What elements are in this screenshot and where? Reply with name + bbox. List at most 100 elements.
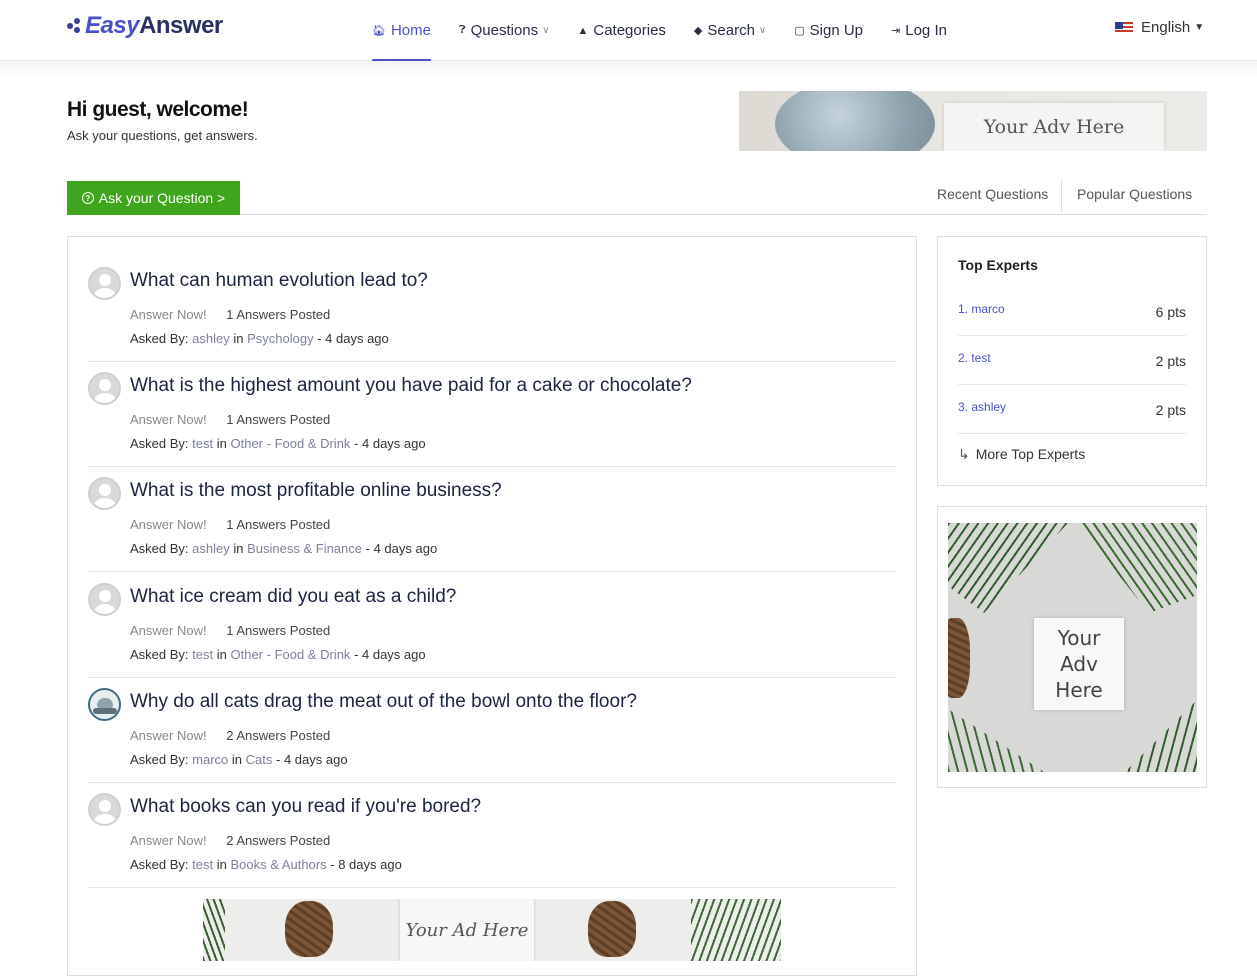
language-label: English [1141,19,1191,36]
time-ago: - 8 days ago [330,857,402,872]
author-link[interactable]: marco [192,752,228,767]
top-experts-title: Top Experts [958,257,1038,273]
question-title[interactable]: What ice cream did you eat as a child? [130,586,456,608]
avatar[interactable] [88,583,121,616]
answer-now-link[interactable]: Answer Now! [130,833,207,848]
language-selector[interactable]: English ▼ [1115,19,1204,36]
question-title[interactable]: What books can you read if you're bored? [130,796,481,818]
nav-questions[interactable]: ❓︎ Questions ∨ [459,0,550,61]
tab-recent-questions[interactable]: Recent Questions [937,186,1048,202]
bottom-ad-text: Your Ad Here [400,899,534,961]
in-label: in [231,752,243,767]
logo-text-easy: Easy [85,12,140,39]
question-meta: Answer Now! 1 Answers Posted [130,517,330,532]
question-item: What books can you read if you're bored?… [88,783,896,888]
answers-count: 1 Answers Posted [226,623,331,638]
question-item: What is the highest amount you have paid… [88,362,896,467]
author-link[interactable]: ashley [192,331,230,346]
expert-row: 3. ashley 2 pts [958,385,1186,434]
chevron-down-icon: ∨ [542,25,550,36]
asked-by-label: Asked By: [130,436,189,451]
expert-points: 2 pts [1155,353,1186,369]
sidebar-ad[interactable]: Your Adv Here [948,523,1197,772]
question-meta: Answer Now! 1 Answers Posted [130,623,330,638]
asked-by-label: Asked By: [130,857,189,872]
avatar[interactable] [88,793,121,826]
more-top-experts-label: More Top Experts [975,446,1086,462]
welcome-title: Hi guest, welcome! [67,98,249,121]
nav-categories-label: Categories [593,22,666,39]
category-link[interactable]: Other - Food & Drink [231,647,351,662]
expert-link[interactable]: 2. test [958,351,991,365]
tab-popular-questions[interactable]: Popular Questions [1077,186,1192,202]
time-ago: - 4 days ago [276,752,348,767]
expert-link[interactable]: 3. ashley [958,400,1006,414]
answers-count: 2 Answers Posted [226,833,331,848]
answers-count: 1 Answers Posted [226,412,331,427]
expert-points: 6 pts [1155,304,1186,320]
us-flag-icon [1115,21,1133,34]
in-label: in [233,541,244,556]
asked-by-label: Asked By: [130,752,189,767]
megaphone-icon: ◆ [693,25,703,37]
question-title[interactable]: What is the most profitable online busin… [130,480,502,502]
ask-question-button[interactable]: ? Ask your Question > [67,181,240,215]
asked-by-line: Asked By: test in Other - Food & Drink -… [130,647,426,662]
welcome-subtitle: Ask your questions, get answers. [67,128,258,143]
question-title[interactable]: Why do all cats drag the meat out of the… [130,691,637,713]
category-link[interactable]: Books & Authors [231,857,327,872]
question-meta: Answer Now! 1 Answers Posted [130,307,330,322]
answer-now-link[interactable]: Answer Now! [130,728,207,743]
top-banner-ad[interactable]: Your Adv Here [739,91,1207,151]
avatar[interactable] [88,267,121,300]
home-icon: 🏠︎ [372,25,386,37]
author-link[interactable]: test [192,436,213,451]
bottom-banner-ad[interactable]: Your Ad Here [203,899,781,961]
author-link[interactable]: test [192,647,213,662]
nav-login[interactable]: ⇥ Log In [891,0,947,61]
sidebar-ad-widget: Your Adv Here [937,506,1207,788]
answer-now-link[interactable]: Answer Now! [130,623,207,638]
time-ago: - 4 days ago [354,647,426,662]
category-link[interactable]: Business & Finance [247,541,362,556]
author-link[interactable]: ashley [192,541,230,556]
pine-branch-image [691,899,781,961]
login-icon: ⇥ [891,25,901,37]
avatar[interactable] [88,477,121,510]
avatar[interactable] [88,372,121,405]
answer-now-link[interactable]: Answer Now! [130,307,207,322]
pine-branch-image [1077,523,1197,613]
avatar[interactable] [88,688,121,721]
nav-questions-label: Questions [470,22,539,39]
asked-by-label: Asked By: [130,647,189,662]
category-link[interactable]: Cats [246,752,273,767]
question-title[interactable]: What is the highest amount you have paid… [130,375,692,397]
expert-link[interactable]: 1. marco [958,302,1005,316]
asked-by-label: Asked By: [130,331,189,346]
lock-icon: ▢ [794,25,805,37]
author-link[interactable]: test [192,857,213,872]
question-title[interactable]: What can human evolution lead to? [130,270,428,292]
more-top-experts-link[interactable]: ↳ More Top Experts [958,446,1085,463]
nav-home-label: Home [390,22,431,39]
nav-categories[interactable]: ▲ Categories [577,0,665,61]
answer-now-link[interactable]: Answer Now! [130,517,207,532]
site-logo[interactable]: Easy Answer [67,12,223,40]
in-label: in [216,436,227,451]
chevron-down-icon: ∨ [758,25,767,36]
answers-count: 1 Answers Posted [226,307,331,322]
answer-now-link[interactable]: Answer Now! [130,412,207,427]
nav-home[interactable]: 🏠︎ Home [372,0,431,62]
category-link[interactable]: Other - Food & Drink [231,436,351,451]
category-link[interactable]: Psychology [247,331,313,346]
stone-face-image [775,91,935,151]
question-item: What can human evolution lead to? Answer… [88,257,896,362]
tab-divider [1061,180,1062,212]
asked-by-line: Asked By: test in Books & Authors - 8 da… [130,857,402,872]
nav-signup[interactable]: ▢ Sign Up [794,0,863,61]
top-experts-widget: Top Experts 1. marco 6 pts 2. test 2 pts… [937,236,1207,486]
user-icon: ▲ [577,24,589,37]
nav-search[interactable]: ◆ Search ∨ [694,0,766,61]
question-box-icon: ❓︎ [458,24,466,36]
pine-cone-image [285,901,333,957]
